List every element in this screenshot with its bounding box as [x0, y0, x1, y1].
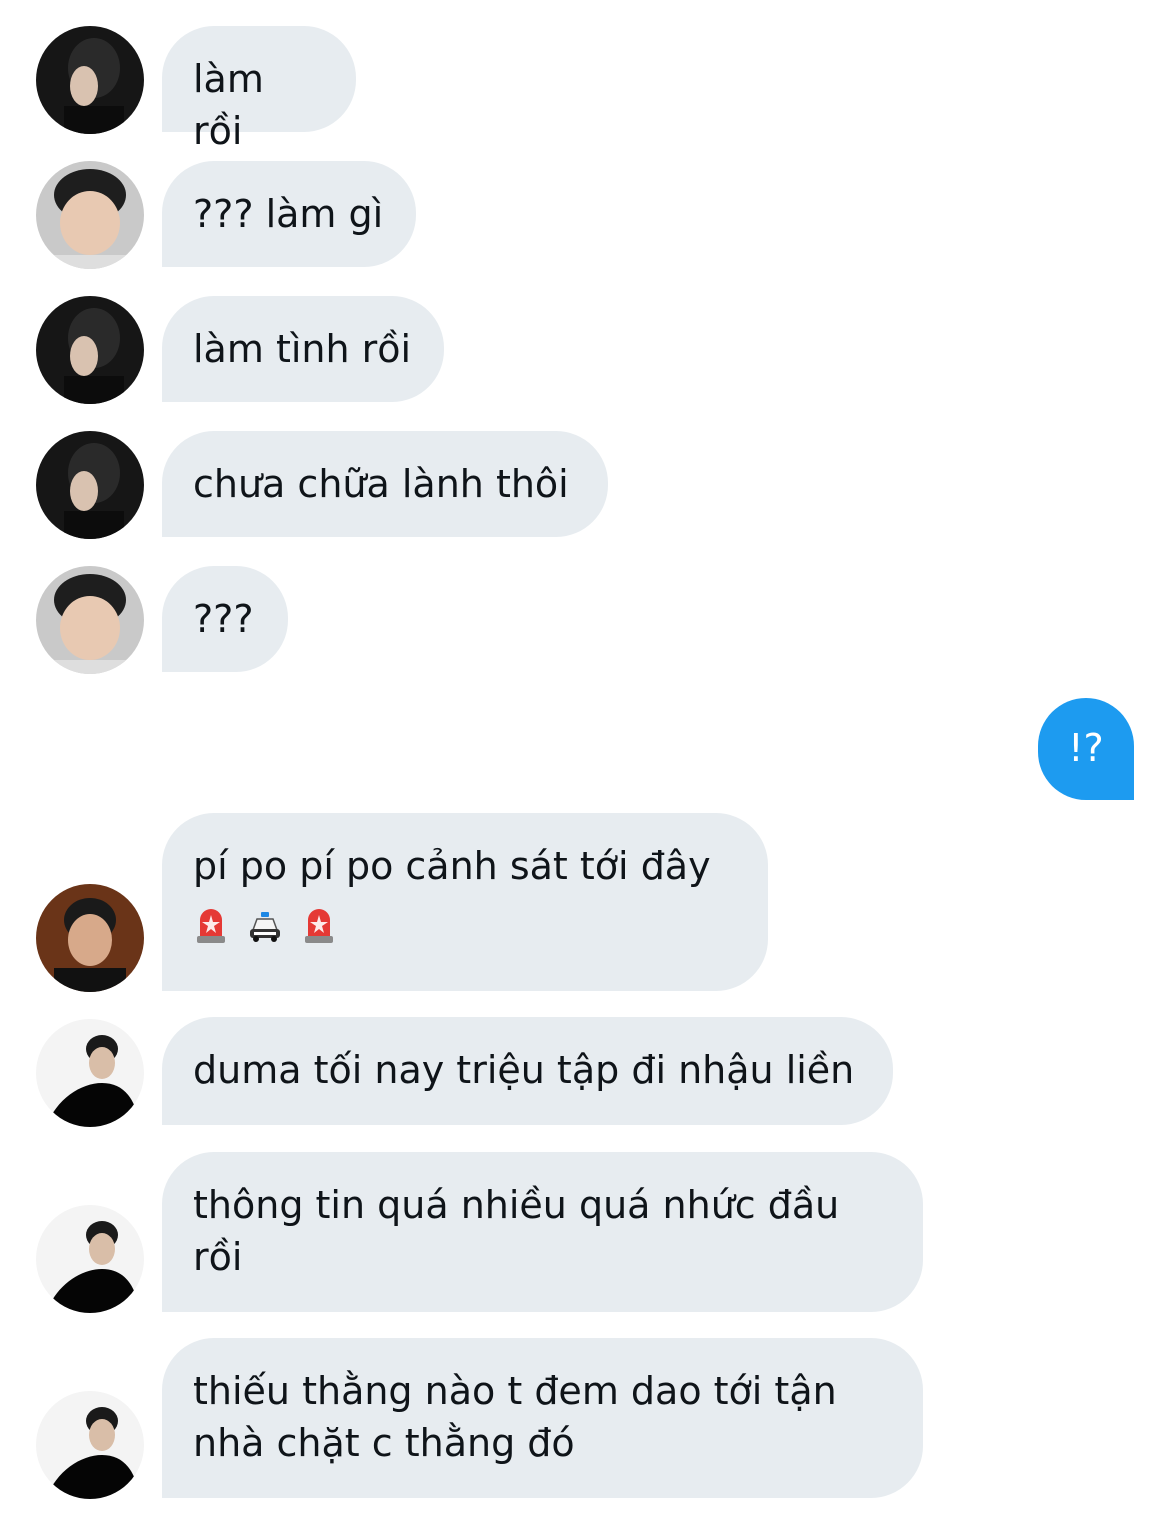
message-text: làm tình rồi	[193, 327, 412, 371]
police-car-icon	[247, 906, 283, 944]
message-text: thiếu thằng nào t đem dao tới tận nhà ch…	[193, 1369, 837, 1465]
avatar-user-a[interactable]	[36, 26, 144, 134]
message-text: thông tin quá nhiều quá nhức đầu rồi	[193, 1183, 840, 1279]
message-bubble[interactable]: làm tình rồi	[162, 296, 444, 402]
emoji-row	[193, 906, 737, 944]
avatar-user-b[interactable]	[36, 566, 144, 674]
avatar-user-d[interactable]	[36, 1391, 144, 1499]
avatar-user-a[interactable]	[36, 431, 144, 539]
avatar-user-a[interactable]	[36, 296, 144, 404]
message-text: ???	[193, 597, 254, 641]
message-bubble[interactable]: ???	[162, 566, 288, 672]
message-bubble-outgoing[interactable]: !?	[1038, 698, 1134, 800]
message-bubble[interactable]: làm rồi	[162, 26, 356, 153]
message-text: chưa chữa lành thôi	[193, 462, 569, 506]
police-light-icon	[193, 906, 229, 944]
message-text: làm rồi	[193, 57, 264, 153]
message-bubble[interactable]: duma tối nay triệu tập đi nhậu liền	[162, 1017, 893, 1125]
avatar-user-c[interactable]	[36, 884, 144, 992]
avatar-user-d[interactable]	[36, 1205, 144, 1313]
avatar-user-b[interactable]	[36, 161, 144, 269]
message-bubble[interactable]: thiếu thằng nào t đem dao tới tận nhà ch…	[162, 1338, 923, 1498]
message-bubble[interactable]: pí po pí po cảnh sát tới đây	[162, 813, 768, 991]
avatar-user-d[interactable]	[36, 1019, 144, 1127]
message-text: duma tối nay triệu tập đi nhậu liền	[193, 1048, 855, 1092]
police-light-icon	[301, 906, 337, 944]
message-bubble[interactable]: thông tin quá nhiều quá nhức đầu rồi	[162, 1152, 923, 1312]
message-bubble[interactable]: ??? làm gì	[162, 161, 416, 267]
message-text: pí po pí po cảnh sát tới đây	[193, 844, 711, 888]
message-text: ??? làm gì	[193, 192, 384, 236]
message-text: !?	[1068, 726, 1104, 770]
message-bubble[interactable]: chưa chữa lành thôi	[162, 431, 608, 537]
